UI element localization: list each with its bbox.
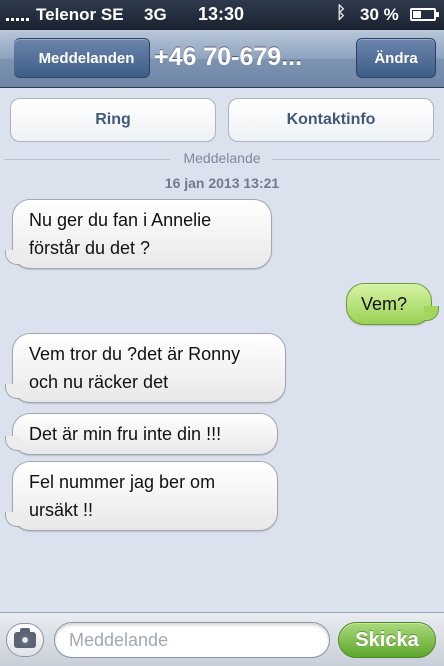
outgoing-message[interactable]: Vem? <box>346 283 439 325</box>
incoming-message[interactable]: Fel nummer jag ber om ursäkt !! <box>5 461 278 531</box>
incoming-message[interactable]: Nu ger du fan i Annelie förstår du det ? <box>5 199 272 269</box>
battery-percent: 30 % <box>360 5 399 24</box>
bluetooth-icon: ᛒ <box>336 3 347 22</box>
back-button-label: Meddelanden <box>38 49 135 67</box>
contact-actions: Ring Kontaktinfo <box>0 88 444 148</box>
divider-line-right <box>272 159 440 160</box>
edit-button-label: Ändra <box>374 49 418 67</box>
send-button-label: Skicka <box>355 628 419 651</box>
message-divider: Meddelande <box>0 150 444 170</box>
navigation-bar: Meddelanden +46 70-679... Ändra <box>0 30 444 88</box>
contact-info-button[interactable]: Kontaktinfo <box>228 98 434 142</box>
camera-icon <box>14 628 36 648</box>
status-bar: Telenor SE 3G 13:30 ᛒ 30 % <box>0 0 444 30</box>
incoming-message[interactable]: Det är min fru inte din !!! <box>5 413 278 455</box>
back-button[interactable]: Meddelanden <box>14 38 150 78</box>
divider-label: Meddelande <box>183 150 261 166</box>
call-button-label: Ring <box>95 111 131 128</box>
incoming-message[interactable]: Vem tror du ?det är Ronny och nu räcker … <box>5 333 286 403</box>
send-button[interactable]: Skicka <box>338 622 436 658</box>
call-button[interactable]: Ring <box>10 98 216 142</box>
battery-icon <box>410 8 439 21</box>
camera-button[interactable] <box>6 623 44 657</box>
network-type: 3G <box>144 5 167 24</box>
signal-strength-icon <box>6 7 29 21</box>
carrier-name: Telenor SE <box>36 5 124 24</box>
edit-button[interactable]: Ändra <box>356 38 436 78</box>
clock: 13:30 <box>198 4 245 24</box>
message-input[interactable] <box>54 622 330 658</box>
page-title: +46 70-679... <box>154 43 303 71</box>
contact-info-button-label: Kontaktinfo <box>286 111 376 128</box>
thread-timestamp: 16 jan 2013 13:21 <box>164 175 280 191</box>
composer-bar: Skicka <box>0 612 444 666</box>
